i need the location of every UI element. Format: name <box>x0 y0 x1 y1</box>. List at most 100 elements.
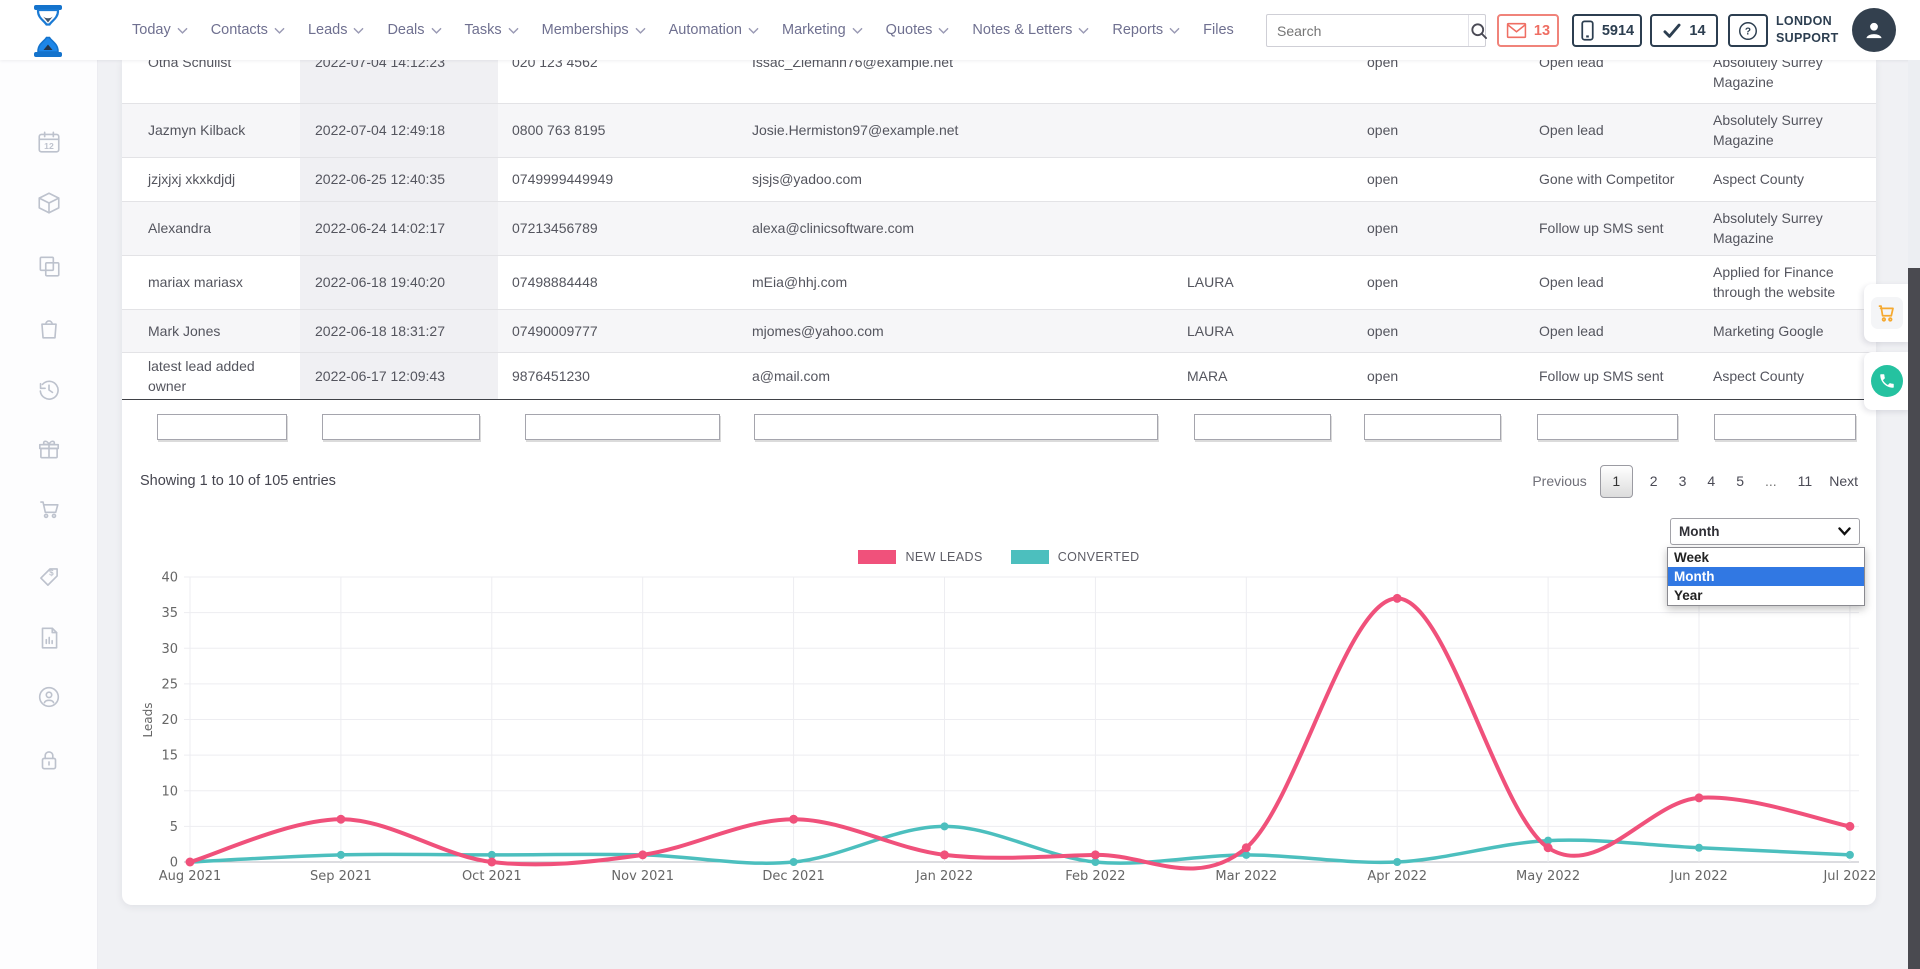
page-button-11[interactable]: 11 <box>1794 473 1817 489</box>
period-option-week[interactable]: Week <box>1668 548 1864 567</box>
table-row[interactable]: Jazmyn Kilback2022-07-04 12:49:180800 76… <box>122 103 1876 157</box>
nav-item-tasks[interactable]: Tasks <box>465 22 519 38</box>
filter-input-created[interactable] <box>322 414 480 440</box>
table-row[interactable]: mariax mariasx2022-06-18 19:40:200749888… <box>122 255 1876 309</box>
sidebar-item-gift[interactable] <box>36 436 62 462</box>
question-icon: ? <box>1737 20 1759 42</box>
nav-item-notes-letters[interactable]: Notes & Letters <box>972 22 1089 38</box>
nav-item-marketing[interactable]: Marketing <box>782 22 863 38</box>
nav-item-quotes[interactable]: Quotes <box>886 22 950 38</box>
mail-badge-button[interactable]: 13 <box>1497 14 1559 47</box>
nav-label: Memberships <box>542 22 629 38</box>
page-button-2[interactable]: 2 <box>1646 473 1662 489</box>
table-row[interactable]: Alexandra2022-06-24 14:02:1707213456789a… <box>122 201 1876 255</box>
nav-item-today[interactable]: Today <box>132 22 188 38</box>
cell-phone: 9876451230 <box>498 352 738 400</box>
cell-status: open <box>1353 103 1525 157</box>
cell-created: 2022-07-04 14:12:23 <box>300 60 498 103</box>
page-button-3[interactable]: 3 <box>1675 473 1691 489</box>
help-button[interactable]: ? <box>1728 14 1768 47</box>
scrollbar-thumb[interactable] <box>1908 268 1920 969</box>
nav-item-deals[interactable]: Deals <box>387 22 441 38</box>
period-option-month[interactable]: Month <box>1668 567 1864 586</box>
cell-source: Aspect County <box>1699 352 1876 400</box>
nav-item-leads[interactable]: Leads <box>308 22 365 38</box>
table-row[interactable]: Otha Schulist2022-07-04 14:12:23020 123 … <box>122 60 1876 103</box>
page-button-5[interactable]: 5 <box>1732 473 1748 489</box>
sidebar-item-copy[interactable] <box>36 253 62 279</box>
filter-input-phone[interactable] <box>525 414 720 440</box>
nav-item-files[interactable]: Files <box>1203 22 1234 38</box>
filter-input-lead-status[interactable] <box>1537 414 1678 440</box>
nav-label: Contacts <box>211 22 268 38</box>
nav-item-automation[interactable]: Automation <box>669 22 759 38</box>
svg-text:Jul 2022: Jul 2022 <box>1822 869 1876 884</box>
cell-email: Issac_Ziemann76@example.net <box>738 60 1173 103</box>
period-option-year[interactable]: Year <box>1668 586 1864 605</box>
tasks-badge-button[interactable]: 14 <box>1650 14 1718 47</box>
page-button-4[interactable]: 4 <box>1703 473 1719 489</box>
sidebar-item-price-tag[interactable]: $ <box>36 564 62 590</box>
svg-text:20: 20 <box>161 713 178 728</box>
leads-table: Otha Schulist2022-07-04 14:12:23020 123 … <box>122 60 1876 400</box>
cell-source: Applied for Finance through the website <box>1699 255 1876 309</box>
table-row[interactable]: latest lead added owner2022-06-17 12:09:… <box>122 352 1876 400</box>
nav-label: Files <box>1203 22 1234 38</box>
call-button[interactable] <box>1871 365 1903 397</box>
next-page-button[interactable]: Next <box>1829 473 1858 489</box>
calls-badge-button[interactable]: 5914 <box>1572 14 1642 47</box>
cell-lead-status: Open lead <box>1525 60 1699 103</box>
filter-input-status[interactable] <box>1364 414 1501 440</box>
cell-phone: 07490009777 <box>498 309 738 352</box>
cell-owner <box>1173 157 1353 201</box>
sidebar-item-cube[interactable] <box>36 190 62 216</box>
nav-item-memberships[interactable]: Memberships <box>542 22 646 38</box>
cell-phone: 020 123 4562 <box>498 60 738 103</box>
sidebar-item-user-circle[interactable] <box>36 684 62 710</box>
sidebar-item-calendar[interactable]: 12 <box>36 129 62 155</box>
svg-text:$: $ <box>49 568 54 577</box>
sidebar-item-cart[interactable] <box>36 495 62 521</box>
cell-created: 2022-06-17 12:09:43 <box>300 352 498 400</box>
nav-label: Today <box>132 22 171 38</box>
filter-input-source[interactable] <box>1714 414 1856 440</box>
cell-status: open <box>1353 309 1525 352</box>
filter-input-email[interactable] <box>754 414 1158 440</box>
cell-name: Otha Schulist <box>122 60 300 103</box>
top-nav-bar: Today Contacts Leads Deals Tasks Memberships A… <box>0 0 1920 60</box>
cell-source: Marketing Google <box>1699 309 1876 352</box>
search-input[interactable] <box>1267 23 1468 39</box>
sidebar-item-report[interactable] <box>36 625 62 651</box>
table-row[interactable]: Mark Jones2022-06-18 18:31:2707490009777… <box>122 309 1876 352</box>
nav-item-contacts[interactable]: Contacts <box>211 22 285 38</box>
entries-info: Showing 1 to 10 of 105 entries <box>140 473 336 489</box>
chevron-down-icon <box>177 27 188 35</box>
search-button[interactable] <box>1468 15 1489 46</box>
page-button-1[interactable]: 1 <box>1600 465 1633 498</box>
svg-text:?: ? <box>1745 26 1751 37</box>
previous-page-button[interactable]: Previous <box>1532 473 1586 489</box>
cell-email: Josie.Hermiston97@example.net <box>738 103 1173 157</box>
table-row[interactable]: jzjxjxj xkxkdjdj2022-06-25 12:40:3507499… <box>122 157 1876 201</box>
cell-source: Absolutely Surrey Magazine <box>1699 60 1876 103</box>
basket-button[interactable] <box>1871 297 1903 329</box>
period-select[interactable]: Month <box>1670 518 1860 545</box>
svg-text:25: 25 <box>161 677 178 692</box>
app-logo-hourglass-icon[interactable] <box>28 5 68 57</box>
svg-text:Jan 2022: Jan 2022 <box>915 869 973 884</box>
nav-label: Automation <box>669 22 742 38</box>
svg-text:Dec 2021: Dec 2021 <box>762 869 824 884</box>
avatar[interactable] <box>1852 8 1896 52</box>
sidebar-item-shopping-bag[interactable] <box>36 315 62 341</box>
cell-lead-status: Open lead <box>1525 255 1699 309</box>
sidebar-item-lock[interactable] <box>36 747 62 773</box>
svg-text:May 2022: May 2022 <box>1516 869 1580 884</box>
sidebar-item-history[interactable] <box>36 377 62 403</box>
cell-status: open <box>1353 255 1525 309</box>
nav-item-reports[interactable]: Reports <box>1112 22 1180 38</box>
svg-text:Sep 2021: Sep 2021 <box>310 869 372 884</box>
period-select-options: WeekMonthYear <box>1667 547 1865 606</box>
cell-owner: LAURA <box>1173 309 1353 352</box>
filter-input-name[interactable] <box>157 414 287 440</box>
filter-input-owner[interactable] <box>1194 414 1331 440</box>
